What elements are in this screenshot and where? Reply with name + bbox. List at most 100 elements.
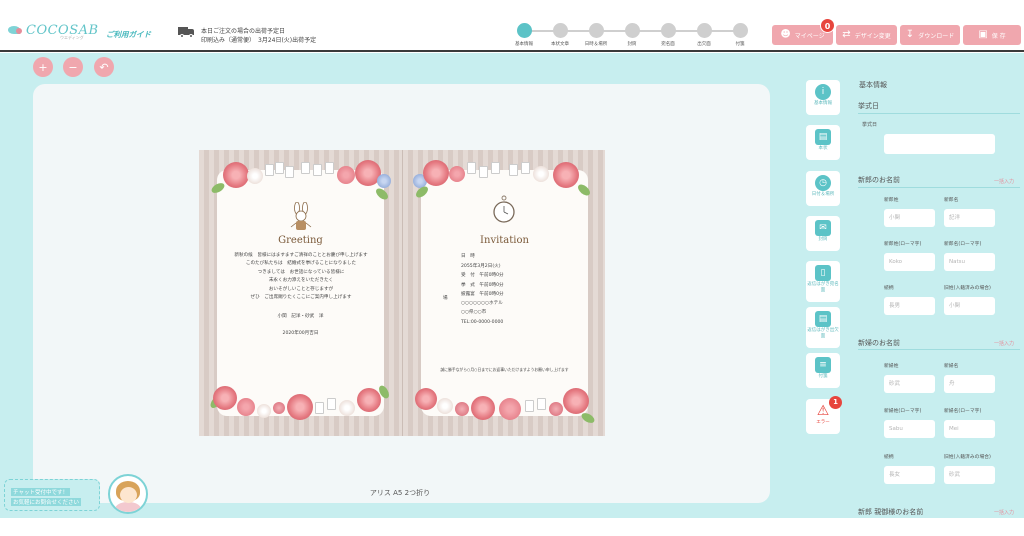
- groom-bulk-input-link[interactable]: 一括入力: [994, 178, 1014, 185]
- support-avatar[interactable]: [108, 474, 148, 514]
- datetime-label: 日 時: [461, 254, 475, 259]
- white-rabbit-icon: [288, 201, 314, 232]
- design-change-label: デザイン変更: [854, 32, 891, 40]
- nav-label: エラー: [816, 420, 830, 425]
- shipping-date-value: 印刷込み（通常便） 3月24日(火)出荷予定: [201, 37, 317, 44]
- invitation-page[interactable]: Invitation 日 時 場 2055年3月2日(火) 受 付 午前0時0分…: [402, 150, 605, 436]
- download-icon: ↧: [905, 29, 915, 40]
- groom-relation-input[interactable]: 長男: [884, 297, 935, 315]
- zoom-out-icon: −: [68, 60, 78, 74]
- cocosab-logo[interactable]: COCOSAB ウエディング: [8, 22, 99, 40]
- greeting-line: 新秋の候 皆様にはますますご清祥のこととお慶び申し上げます: [234, 253, 368, 258]
- download-button[interactable]: ↧ ダウンロード: [900, 25, 960, 45]
- step-main-text[interactable]: 本状文章: [541, 22, 579, 47]
- nav-reply-address[interactable]: ▯ 返信はがき宛名面: [806, 261, 840, 302]
- groom-parent-bulk-input-link[interactable]: 一括入力: [994, 509, 1014, 516]
- invitation-preview[interactable]: Greeting 新秋の候 皆様にはますますご清祥のこととお慶び申し上げます こ…: [199, 150, 605, 436]
- step-label: 出欠面: [697, 42, 711, 47]
- groom-section-title: 新郎のお名前: [858, 176, 900, 184]
- step-label: 基本情報: [515, 42, 533, 47]
- chat-widget[interactable]: チャット受付中です！ お気軽にお問合せください: [4, 479, 100, 511]
- groom-last-name-input[interactable]: 小関: [884, 209, 935, 227]
- event-details: 2055年3月2日(火) 受 付 午前0時0分 挙 式 午前0時0分 披露宴 午…: [461, 262, 504, 327]
- nav-reply-attendance[interactable]: ▤ 返信はがき出欠面: [806, 307, 840, 348]
- guide-link[interactable]: ご利用ガイド: [106, 29, 151, 40]
- greeting-line: おいそがしいことと存じますが: [268, 286, 334, 292]
- bride-first-name-label: 新婦名: [944, 364, 959, 369]
- step-basic-info[interactable]: 基本情報: [505, 22, 543, 47]
- event-detail-line: 挙 式 午前0時0分: [461, 282, 504, 288]
- book-icon: ▤: [815, 129, 831, 145]
- step-dot: [552, 23, 568, 38]
- step-date-place[interactable]: 日時＆場所: [577, 22, 615, 47]
- step-dot: [696, 23, 712, 38]
- groom-first-name-input[interactable]: 記洋: [944, 209, 995, 227]
- step-dot: [732, 23, 748, 38]
- groom-maiden-name-input[interactable]: 小関: [944, 297, 995, 315]
- groom-first-name-roman-label: 新郎名(ローマ字): [944, 242, 982, 247]
- step-label: 付箋: [735, 42, 745, 47]
- wedding-date-section-title: 挙式日: [858, 102, 879, 110]
- nav-sticky-note[interactable]: ≡ 付箋: [806, 353, 840, 388]
- bride-first-name-roman-label: 新婦名(ローマ字): [944, 409, 982, 414]
- truck-icon: [178, 27, 195, 38]
- mypage-label: マイページ: [794, 32, 825, 40]
- step-label: 本状文章: [551, 42, 569, 47]
- save-button[interactable]: ▣ 保 存: [963, 25, 1021, 45]
- rose-garland-bottom-icon: [208, 383, 392, 428]
- nav-date-place[interactable]: ◷ 日付＆場所: [806, 171, 840, 206]
- step-attendance[interactable]: 出欠面: [685, 22, 723, 47]
- step-sticky-note[interactable]: 付箋: [721, 22, 759, 47]
- save-label: 保 存: [991, 32, 1006, 40]
- groom-last-name-label: 新郎姓: [884, 198, 899, 203]
- bride-last-name-roman-input[interactable]: Sabu: [884, 420, 935, 438]
- greeting-page[interactable]: Greeting 新秋の候 皆様にはますますご清祥のこととお慶び申し上げます こ…: [199, 150, 402, 436]
- groom-first-name-label: 新郎名: [944, 198, 959, 203]
- bird-logo-icon: [8, 24, 26, 36]
- wedding-date-input[interactable]: [884, 134, 995, 154]
- step-label: 日時＆場所: [584, 42, 608, 47]
- bride-last-name-input[interactable]: 砂武: [884, 375, 935, 393]
- step-dot: [624, 23, 640, 38]
- undo-icon: ↶: [99, 60, 109, 74]
- design-change-button[interactable]: ⇄ デザイン変更: [836, 25, 897, 45]
- save-icon: ▣: [978, 29, 988, 40]
- event-detail-line: TEL:00-0000-0000: [461, 319, 504, 325]
- step-address[interactable]: 宛名面: [649, 22, 687, 47]
- app-header: COCOSAB ウエディング ご利用ガイド 本日ご注文の場合の出荷予定日 印刷込…: [0, 0, 1024, 52]
- couple-names: 小関 記洋・砂武 洋: [277, 314, 324, 319]
- step-dot: [588, 23, 604, 38]
- zoom-in-button[interactable]: +: [33, 57, 53, 77]
- groom-last-name-roman-label: 新郎姓(ローマ字): [884, 242, 922, 247]
- nav-main-text[interactable]: ▤ 本状: [806, 125, 840, 160]
- nav-basic-info[interactable]: i 基本情報: [806, 80, 840, 115]
- chat-line-1: チャット受付中です！: [11, 488, 70, 496]
- template-name: アリス A5 2つ折り: [369, 489, 431, 497]
- section-divider: [858, 187, 1020, 188]
- greeting-line: このたび私たちは 結婚式を挙げることになりました: [245, 261, 357, 267]
- notification-badge: 0: [820, 18, 835, 33]
- greeting-heading: Greeting: [278, 235, 323, 246]
- bride-bulk-input-link[interactable]: 一括入力: [994, 340, 1014, 347]
- nav-label: 日付＆場所: [811, 192, 835, 197]
- nav-envelope[interactable]: ✉ 封筒: [806, 216, 840, 251]
- groom-first-name-roman-input[interactable]: Natsu: [944, 253, 995, 271]
- bride-last-name-label: 新婦姓: [884, 364, 899, 369]
- step-label: 宛名面: [661, 42, 675, 47]
- undo-button[interactable]: ↶: [94, 57, 114, 77]
- bride-relation-input[interactable]: 長女: [884, 466, 935, 484]
- pocket-watch-icon: [492, 195, 516, 225]
- venue-label: 場: [443, 296, 448, 301]
- event-detail-line: 2055年3月2日(火): [461, 264, 501, 269]
- event-detail-line: 披露宴 午前0時0分: [461, 291, 504, 297]
- bride-maiden-name-input[interactable]: 砂武: [944, 466, 995, 484]
- greeting-line: ぜひ ご出席賜りたくここにご案内申し上げます: [250, 295, 352, 301]
- groom-last-name-roman-input[interactable]: Koko: [884, 253, 935, 271]
- shipping-date-label: 本日ご注文の場合の出荷予定日: [201, 28, 286, 35]
- info-icon: i: [815, 84, 831, 100]
- step-envelope[interactable]: 封筒: [613, 22, 651, 47]
- step-dot: [516, 23, 532, 38]
- bride-first-name-input[interactable]: 舟: [944, 375, 995, 393]
- zoom-out-button[interactable]: −: [63, 57, 83, 77]
- bride-first-name-roman-input[interactable]: Mei: [944, 420, 995, 438]
